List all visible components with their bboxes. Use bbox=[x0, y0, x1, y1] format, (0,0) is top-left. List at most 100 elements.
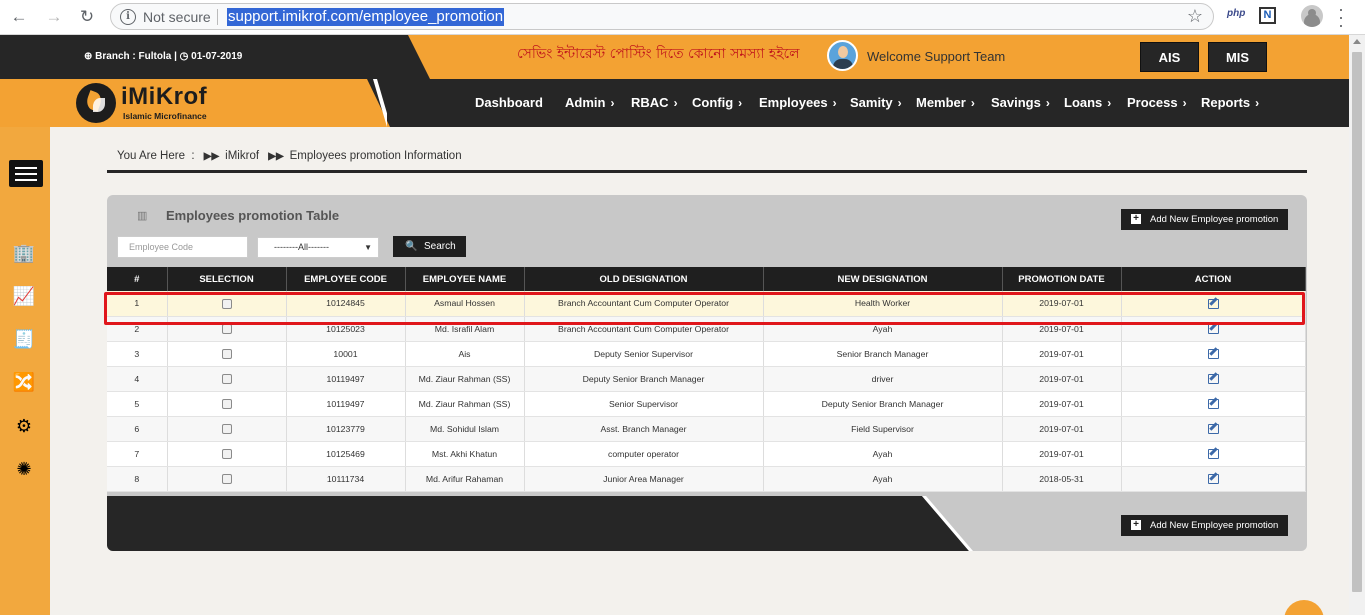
double-chevron-icon: ▶▶ bbox=[203, 151, 220, 162]
menu-savings[interactable]: Savings › bbox=[991, 95, 1050, 110]
cell-new: Ayah bbox=[763, 441, 1003, 467]
add-promotion-label: Add New Employee promotion bbox=[1150, 520, 1279, 531]
edit-icon[interactable] bbox=[1207, 373, 1219, 384]
mis-button[interactable]: MIS bbox=[1208, 42, 1267, 72]
cell-action bbox=[1121, 466, 1306, 492]
table-row[interactable]: 6 10123779 Md. Sohidul Islam Asst. Branc… bbox=[107, 416, 1306, 442]
settings-search-icon[interactable]: ⚙ bbox=[12, 414, 36, 438]
employee-code-input[interactable]: Employee Code bbox=[117, 236, 248, 258]
network-icon[interactable]: ✺ bbox=[12, 457, 36, 481]
designation-select[interactable]: --------All------- ▼ bbox=[257, 237, 379, 258]
row-checkbox[interactable] bbox=[221, 323, 232, 334]
row-checkbox[interactable] bbox=[221, 423, 232, 434]
address-bar[interactable]: i Not secure support.imikrof.com/employe… bbox=[110, 3, 1214, 30]
ais-button[interactable]: AIS bbox=[1140, 42, 1199, 72]
back-icon[interactable]: ← bbox=[8, 6, 30, 28]
transfer-icon[interactable]: 🔀 bbox=[12, 370, 36, 394]
edit-icon[interactable] bbox=[1207, 323, 1219, 334]
breadcrumb-root[interactable]: iMikrof bbox=[225, 150, 259, 162]
chart-growth-icon[interactable]: 📈 bbox=[12, 284, 36, 308]
cell-num: 3 bbox=[107, 341, 168, 367]
row-checkbox[interactable] bbox=[221, 398, 232, 409]
table-row[interactable]: 5 10119497 Md. Ziaur Rahman (SS) Senior … bbox=[107, 391, 1306, 417]
edit-icon[interactable] bbox=[1207, 398, 1219, 409]
cell-num: 5 bbox=[107, 391, 168, 417]
menu-savings-label: Savings bbox=[991, 95, 1041, 110]
promotion-panel: ▥ Employees promotion Table + Add New Em… bbox=[107, 195, 1307, 551]
row-checkbox[interactable] bbox=[221, 448, 232, 459]
menu-loans[interactable]: Loans › bbox=[1064, 95, 1111, 110]
hamburger-menu-icon[interactable] bbox=[9, 160, 43, 187]
edit-icon[interactable] bbox=[1207, 423, 1219, 434]
table-row[interactable]: 7 10125469 Mst. Akhi Khatun computer ope… bbox=[107, 441, 1306, 467]
cell-code: 10001 bbox=[286, 341, 406, 367]
php-extension-icon[interactable]: php bbox=[1227, 8, 1245, 19]
branch-info: ⊕ Branch : Fultola | ◷ 01-07-2019 bbox=[84, 51, 242, 62]
menu-process[interactable]: Process › bbox=[1127, 95, 1187, 110]
menu-reports[interactable]: Reports › bbox=[1201, 95, 1259, 110]
profile-avatar-icon[interactable] bbox=[1301, 5, 1323, 27]
col-header-selection: SELECTION bbox=[167, 267, 287, 291]
cell-action bbox=[1121, 416, 1306, 442]
cell-action bbox=[1121, 341, 1306, 367]
cell-new: Field Supervisor bbox=[763, 416, 1003, 442]
user-avatar[interactable] bbox=[827, 40, 858, 71]
cell-date: 2019-07-01 bbox=[1002, 341, 1122, 367]
forward-icon[interactable]: → bbox=[43, 6, 65, 28]
building-icon[interactable]: 🏢 bbox=[12, 241, 36, 265]
col-header-num: # bbox=[107, 267, 168, 291]
table-row[interactable]: 8 10111734 Md. Arifur Rahaman Junior Are… bbox=[107, 466, 1306, 492]
table-row[interactable]: 4 10119497 Md. Ziaur Rahman (SS) Deputy … bbox=[107, 366, 1306, 392]
logo-name[interactable]: iMiKrof bbox=[121, 83, 207, 111]
search-button[interactable]: 🔍 Search bbox=[393, 236, 466, 257]
welcome-text: Welcome Support Team bbox=[867, 49, 1006, 64]
url-text[interactable]: support.imikrof.com/employee_promotion bbox=[227, 8, 505, 26]
row-checkbox[interactable] bbox=[221, 473, 232, 484]
menu-member[interactable]: Member › bbox=[916, 95, 975, 110]
add-promotion-button-bottom[interactable]: + Add New Employee promotion bbox=[1121, 515, 1289, 536]
chevron-right-icon: › bbox=[1045, 96, 1050, 110]
cell-num: 4 bbox=[107, 366, 168, 392]
cash-register-icon[interactable]: 🧾 bbox=[12, 327, 36, 351]
chevron-right-icon: › bbox=[832, 96, 837, 110]
menu-rbac[interactable]: RBAC › bbox=[631, 95, 678, 110]
bookmark-star-icon[interactable]: ☆ bbox=[1187, 6, 1203, 27]
edit-icon[interactable] bbox=[1207, 348, 1219, 359]
cell-name: Md. Ziaur Rahman (SS) bbox=[405, 391, 525, 417]
add-promotion-label: Add New Employee promotion bbox=[1150, 214, 1279, 225]
selected-row-highlight bbox=[104, 292, 1305, 325]
col-header-name: EMPLOYEE NAME bbox=[405, 267, 525, 291]
cell-action bbox=[1121, 441, 1306, 467]
browser-menu-icon[interactable]: · · · bbox=[1336, 0, 1346, 34]
reload-icon[interactable]: ↻ bbox=[76, 6, 98, 28]
info-icon[interactable]: i bbox=[120, 9, 136, 25]
row-checkbox[interactable] bbox=[221, 373, 232, 384]
chevron-right-icon: › bbox=[1182, 96, 1187, 110]
menu-reports-label: Reports bbox=[1201, 95, 1251, 110]
menu-samity[interactable]: Samity › bbox=[850, 95, 902, 110]
scroll-up-icon[interactable] bbox=[1353, 39, 1361, 44]
edit-icon[interactable] bbox=[1207, 448, 1219, 459]
col-header-date: PROMOTION DATE bbox=[1002, 267, 1122, 291]
menu-employees[interactable]: Employees › bbox=[759, 95, 837, 110]
menu-config[interactable]: Config › bbox=[692, 95, 742, 110]
n-extension-icon[interactable]: N bbox=[1259, 7, 1276, 24]
menu-dashboard[interactable]: Dashboard bbox=[475, 95, 543, 110]
cell-selection bbox=[167, 391, 287, 417]
add-promotion-button-top[interactable]: + Add New Employee promotion bbox=[1121, 209, 1289, 230]
breadcrumb-current: Employees promotion Information bbox=[289, 150, 462, 162]
row-checkbox[interactable] bbox=[221, 348, 232, 359]
breadcrumb-prefix: You Are Here bbox=[117, 150, 185, 162]
logo-icon[interactable] bbox=[76, 83, 116, 123]
cell-name: Ais bbox=[405, 341, 525, 367]
cell-num: 6 bbox=[107, 416, 168, 442]
menu-admin[interactable]: Admin › bbox=[565, 95, 614, 110]
cell-old: Deputy Senior Branch Manager bbox=[524, 366, 764, 392]
cell-name: Md. Ziaur Rahman (SS) bbox=[405, 366, 525, 392]
scrollbar-thumb[interactable] bbox=[1352, 52, 1362, 592]
menu-admin-label: Admin bbox=[565, 95, 606, 110]
page-scrollbar[interactable] bbox=[1349, 35, 1365, 615]
table-row[interactable]: 3 10001 Ais Deputy Senior Supervisor Sen… bbox=[107, 341, 1306, 367]
col-header-code: EMPLOYEE CODE bbox=[286, 267, 406, 291]
edit-icon[interactable] bbox=[1207, 473, 1219, 484]
